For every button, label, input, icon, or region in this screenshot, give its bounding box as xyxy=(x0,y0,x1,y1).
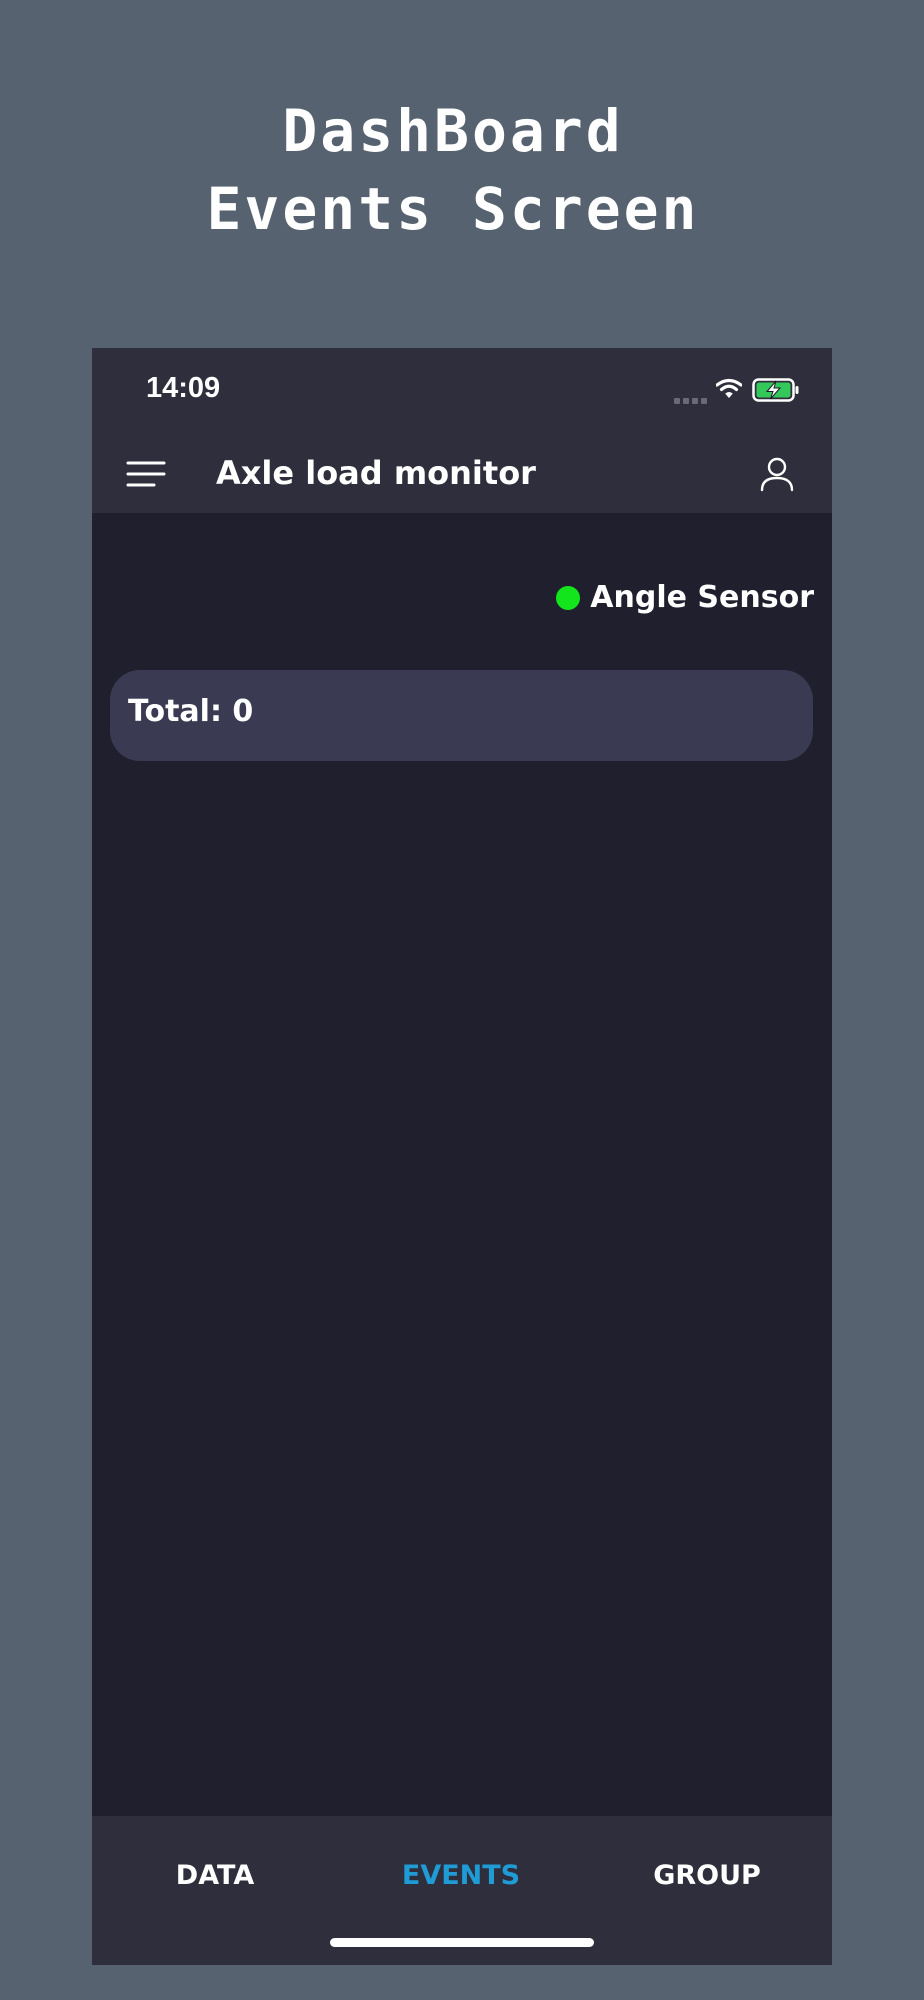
home-indicator xyxy=(330,1938,594,1947)
app-bar: Axle load monitor xyxy=(92,436,832,513)
wifi-icon xyxy=(716,378,742,398)
sensor-status-dot xyxy=(556,585,581,610)
status-time: 14:09 xyxy=(146,372,221,404)
events-total-text: Total: 0 xyxy=(128,694,254,729)
battery-charging-icon xyxy=(752,378,799,402)
profile-icon[interactable] xyxy=(760,456,794,492)
app-title: Axle load monitor xyxy=(216,454,536,492)
menu-icon[interactable] xyxy=(126,460,166,488)
promo-title-line-2: Events Screen xyxy=(206,175,700,243)
status-bar: 14:09 xyxy=(92,348,832,436)
phone-screen: 14:09 Axle load monitor Angle Sensor Tot… xyxy=(92,348,832,1965)
bottom-nav: DATA EVENTS GROUP xyxy=(92,1816,832,1965)
sensor-status: Angle Sensor xyxy=(556,580,814,615)
events-total-card: Total: 0 xyxy=(110,670,813,761)
signal-icon xyxy=(674,398,708,404)
tab-events[interactable]: EVENTS xyxy=(338,1860,584,1891)
tab-group[interactable]: GROUP xyxy=(584,1860,830,1891)
tab-data[interactable]: DATA xyxy=(92,1860,338,1891)
promo-title: DashBoard Events Screen xyxy=(0,92,906,248)
sensor-label: Angle Sensor xyxy=(590,580,814,615)
promo-title-line-1: DashBoard xyxy=(282,97,624,165)
